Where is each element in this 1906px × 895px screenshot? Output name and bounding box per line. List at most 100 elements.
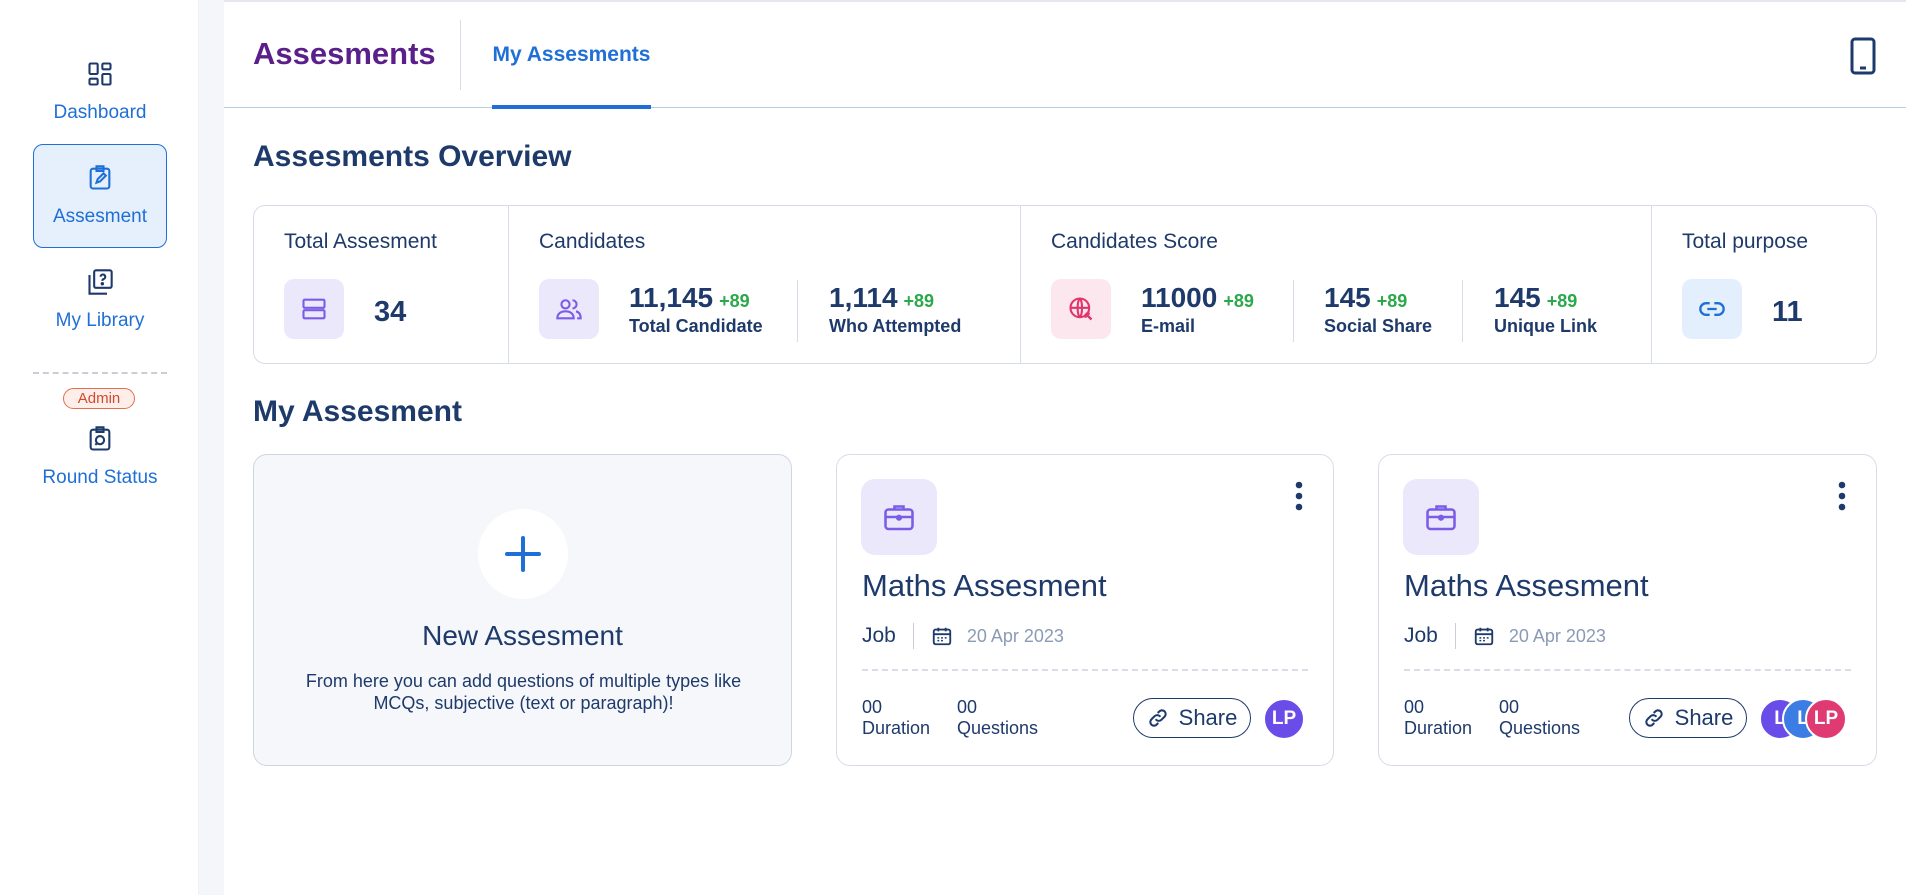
assesment-card[interactable]: Maths Assesment Job 20 Apr 2023 00 Durat… <box>836 454 1334 766</box>
duration-stat: 00 Duration <box>862 697 930 739</box>
sidebar-item-dashboard[interactable]: Dashboard <box>33 40 167 144</box>
assesment-type: Job <box>862 624 896 647</box>
sidebar: Dashboard Assesment My Library Admin Rou… <box>0 0 199 895</box>
stat-total-candidate: 11,145 +89 Total Candidate <box>629 282 763 337</box>
avatar[interactable]: LP <box>1263 698 1305 740</box>
meta-divider <box>1454 623 1456 649</box>
header-divider <box>460 20 461 90</box>
overview-card: Total Assesment 34 Candidates 11,145 +89 … <box>253 205 1877 364</box>
globe-icon <box>1051 279 1111 339</box>
mobile-icon[interactable] <box>1850 37 1876 75</box>
stat-delta: +89 <box>903 291 935 311</box>
stat-value: 145 <box>1324 282 1371 313</box>
stat-caption: Who Attempted <box>829 316 962 336</box>
app-title: Assesments <box>253 36 436 71</box>
stat-value: 11,145 <box>629 282 714 313</box>
stat-value: 145 <box>1494 282 1541 313</box>
sidebar-divider <box>33 372 167 374</box>
overview-label: Candidates Score <box>1051 230 1218 253</box>
sidebar-item-my-library[interactable]: My Library <box>33 248 167 352</box>
questions-label: Questions <box>1499 718 1581 738</box>
calendar-icon <box>1474 627 1494 646</box>
sidebar-item-assesment[interactable]: Assesment <box>33 144 167 248</box>
stat-caption: E-mail <box>1141 316 1196 336</box>
tab-active-indicator <box>492 105 651 109</box>
tab-label: My Assesments <box>492 43 651 66</box>
overview-total-assesment: Total Assesment 34 <box>254 206 509 363</box>
new-assesment-card[interactable]: New Assesment From here you can add ques… <box>253 454 792 766</box>
dashboard-icon <box>88 62 112 86</box>
stat-email: 11000 +89 E-mail <box>1141 282 1254 337</box>
overview-label: Total purpose <box>1682 230 1809 253</box>
link-icon <box>1644 709 1663 727</box>
assesment-date: 20 Apr 2023 <box>966 625 1064 646</box>
add-assesment-button[interactable] <box>478 509 568 599</box>
duration-label: Duration <box>1404 718 1473 738</box>
link-icon <box>1682 279 1742 339</box>
stat-divider <box>797 280 798 342</box>
stat-caption: Total Candidate <box>629 316 763 336</box>
card-divider <box>1404 669 1851 671</box>
stat-value: 1,114 <box>829 282 898 313</box>
overview-value: 34 <box>374 296 407 328</box>
questions-label: Questions <box>957 718 1039 738</box>
admin-badge: Admin <box>63 388 135 409</box>
more-options-icon[interactable] <box>1295 481 1303 511</box>
stat-social-share: 145 +89 Social Share <box>1324 282 1432 337</box>
share-label: Share <box>1674 705 1734 730</box>
overview-label: Total Assesment <box>284 230 437 253</box>
overview-label: Candidates <box>539 230 646 253</box>
duration-value: 00 <box>1404 697 1425 717</box>
stat-divider <box>1462 280 1463 342</box>
plus-icon <box>505 536 541 572</box>
round-status-icon <box>89 426 111 451</box>
more-options-icon[interactable] <box>1838 481 1846 511</box>
questions-stat: 00 Questions <box>1499 697 1580 739</box>
stat-delta: +89 <box>719 291 750 311</box>
questions-stat: 00 Questions <box>957 697 1038 739</box>
tab-my-assesments[interactable]: My Assesments <box>492 2 651 109</box>
library-question-icon <box>88 269 113 295</box>
stat-delta: +89 <box>1223 291 1254 311</box>
top-bar: Assesments My Assesments <box>224 2 1906 109</box>
assesment-date: 20 Apr 2023 <box>1508 625 1606 646</box>
stat-value: 11000 <box>1141 282 1218 313</box>
questions-value: 00 <box>1499 697 1520 717</box>
stat-divider <box>1293 280 1294 342</box>
link-icon <box>1148 709 1167 727</box>
share-button[interactable]: Share <box>1133 698 1251 738</box>
share-label: Share <box>1178 705 1238 730</box>
assesment-type: Job <box>1404 624 1438 647</box>
assesment-title: Maths Assesment <box>862 568 1107 603</box>
avatar[interactable]: LP <box>1805 698 1847 740</box>
overview-value: 11 <box>1772 296 1803 328</box>
assesment-title: Maths Assesment <box>1404 568 1649 603</box>
sidebar-gutter <box>199 0 224 895</box>
stat-unique-link: 145 +89 Unique Link <box>1494 282 1597 337</box>
stat-delta: +89 <box>1376 291 1408 311</box>
share-button[interactable]: Share <box>1629 698 1747 738</box>
sidebar-item-label: Assesment <box>53 206 147 227</box>
main-content: Assesments My Assesments Assesments Over… <box>224 0 1906 895</box>
duration-stat: 00 Duration <box>1404 697 1472 739</box>
my-assesment-title: My Assesment <box>253 395 462 428</box>
assessment-edit-icon <box>89 165 111 190</box>
calendar-icon <box>932 627 952 646</box>
stat-delta: +89 <box>1546 291 1578 311</box>
overview-title: Assesments Overview <box>253 140 572 173</box>
storage-icon <box>284 279 344 339</box>
overview-total-purpose: Total purpose 11 <box>1652 206 1876 363</box>
sidebar-item-label: Dashboard <box>53 102 147 123</box>
sidebar-item-label: My Library <box>55 310 145 331</box>
assesment-meta: Job 20 Apr 2023 <box>1404 623 1606 649</box>
stat-caption: Unique Link <box>1494 316 1597 336</box>
card-divider <box>862 669 1308 671</box>
sidebar-item-round-status[interactable]: Round Status <box>33 409 167 505</box>
meta-divider <box>912 623 914 649</box>
stat-who-attempted: 1,114 +89 Who Attempted <box>829 282 961 337</box>
assesment-card[interactable]: Maths Assesment Job 20 Apr 2023 00 Durat… <box>1378 454 1877 766</box>
new-assesment-title: New Assesment <box>422 620 623 651</box>
new-assesment-description: From here you can add questions of multi… <box>305 671 742 713</box>
assesment-meta: Job 20 Apr 2023 <box>862 623 1064 649</box>
briefcase-icon <box>861 479 937 555</box>
